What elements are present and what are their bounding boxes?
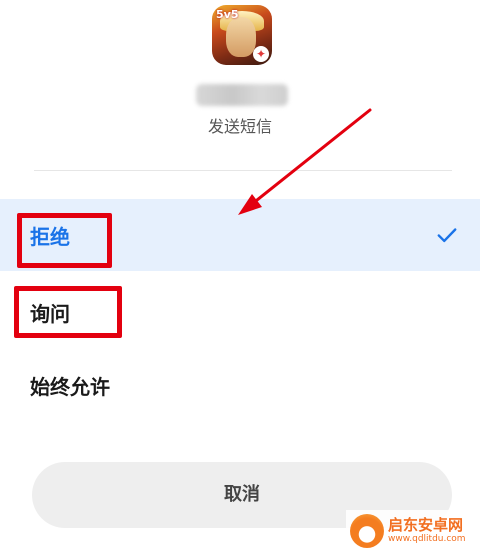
divider (34, 170, 452, 171)
check-icon (437, 228, 457, 243)
option-ask[interactable]: 询问 (0, 276, 480, 348)
watermark-url: www.qdlitdu.com (388, 534, 466, 544)
app-name-redacted (196, 84, 288, 106)
app-icon-face (226, 17, 256, 57)
option-deny[interactable]: 拒绝 (0, 199, 480, 271)
app-icon-star-icon: ✦ (253, 46, 269, 62)
app-icon-badge: 5v5 (216, 8, 239, 21)
app-icon: 5v5 ✦ (212, 5, 272, 65)
watermark: 启东安卓网 www.qdlitdu.com (346, 510, 480, 552)
option-deny-label: 拒绝 (30, 224, 70, 249)
watermark-logo-icon (350, 514, 384, 548)
watermark-brand: 启东安卓网 (388, 516, 464, 534)
watermark-text: 启东安卓网 www.qdlitdu.com (388, 517, 466, 545)
option-always-allow-label: 始终允许 (30, 374, 110, 399)
option-always-allow[interactable]: 始终允许 (0, 349, 480, 421)
option-ask-label: 询问 (30, 301, 70, 326)
permission-name: 发送短信 (207, 117, 272, 136)
